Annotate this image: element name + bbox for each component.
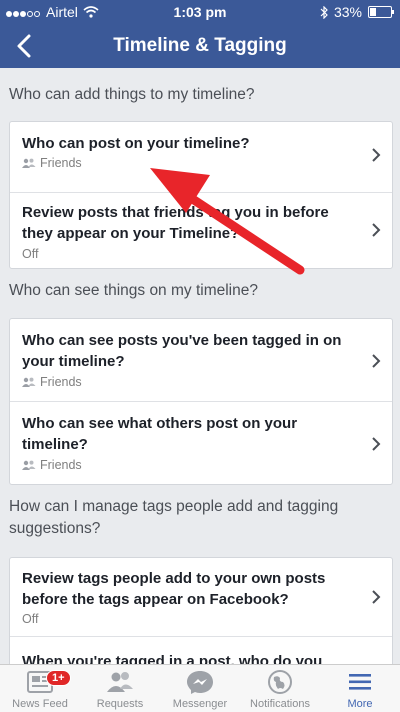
setting-row-review-tags[interactable]: Review tags people add to your own posts… (10, 558, 392, 637)
chevron-right-icon (372, 354, 381, 368)
tab-more[interactable]: More (320, 665, 400, 712)
setting-row-who-can-post[interactable]: Who can post on your timeline? Friends (10, 122, 392, 193)
friends-icon (22, 460, 36, 470)
setting-title: Review tags people add to your own posts… (22, 570, 326, 608)
section-card-manage-tags: Review tags people add to your own posts… (9, 557, 393, 664)
tab-notifications[interactable]: Notifications (240, 665, 320, 712)
setting-value: Off (22, 612, 39, 626)
chevron-right-icon (372, 590, 381, 604)
status-bar: Airtel 1:03 pm 33% (0, 0, 400, 24)
setting-value: Friends (22, 156, 82, 170)
friends-icon (22, 377, 36, 387)
chevron-right-icon (372, 437, 381, 451)
requests-icon (107, 672, 133, 692)
section-heading-add-things: Who can add things to my timeline? (9, 86, 255, 103)
setting-title: Who can see posts you've been tagged in … (22, 332, 342, 370)
setting-title: Who can see what others post on your tim… (22, 415, 298, 453)
page-title: Timeline & Tagging (113, 35, 287, 56)
section-heading-see-things: Who can see things on my timeline? (9, 282, 258, 299)
setting-row-review-posts-tagged[interactable]: Review posts that friends tag you in bef… (10, 193, 392, 268)
tab-requests[interactable]: Requests (80, 665, 160, 712)
settings-list: Who can add things to my timeline? Who c… (0, 68, 400, 664)
notifications-globe-icon (268, 670, 292, 694)
setting-title: When you're tagged in a post, who do you… (22, 653, 323, 664)
section-heading-manage-tags: How can I manage tags people add and tag… (9, 498, 339, 537)
chevron-right-icon (372, 148, 381, 162)
setting-row-tag-audience[interactable]: When you're tagged in a post, who do you… (10, 637, 392, 664)
messenger-icon (187, 671, 213, 694)
tab-news-feed[interactable]: 1+ News Feed (0, 665, 80, 712)
more-menu-icon (349, 674, 371, 690)
friends-icon (22, 158, 36, 168)
setting-value: Friends (22, 375, 82, 389)
chevron-right-icon (372, 223, 381, 237)
bottom-tab-bar: 1+ News Feed Requests Messenger Notifica… (0, 664, 400, 712)
setting-title: Review posts that friends tag you in bef… (22, 204, 329, 242)
tab-messenger[interactable]: Messenger (160, 665, 240, 712)
section-card-see-things: Who can see posts you've been tagged in … (9, 318, 393, 485)
setting-title: Who can post on your timeline? (22, 135, 250, 152)
section-card-add-things: Who can post on your timeline? Friends R… (9, 121, 393, 269)
notification-badge: 1+ (46, 670, 71, 686)
navigation-bar: Timeline & Tagging (0, 24, 400, 68)
setting-row-others-posts-visibility[interactable]: Who can see what others post on your tim… (10, 402, 392, 484)
bluetooth-icon (320, 5, 328, 19)
battery-percent: 33% (333, 4, 362, 20)
setting-row-tagged-posts-visibility[interactable]: Who can see posts you've been tagged in … (10, 319, 392, 402)
setting-value: Friends (22, 458, 82, 472)
status-right: 33% (320, 4, 394, 20)
setting-value: Off (22, 247, 39, 261)
battery-icon (368, 6, 394, 18)
